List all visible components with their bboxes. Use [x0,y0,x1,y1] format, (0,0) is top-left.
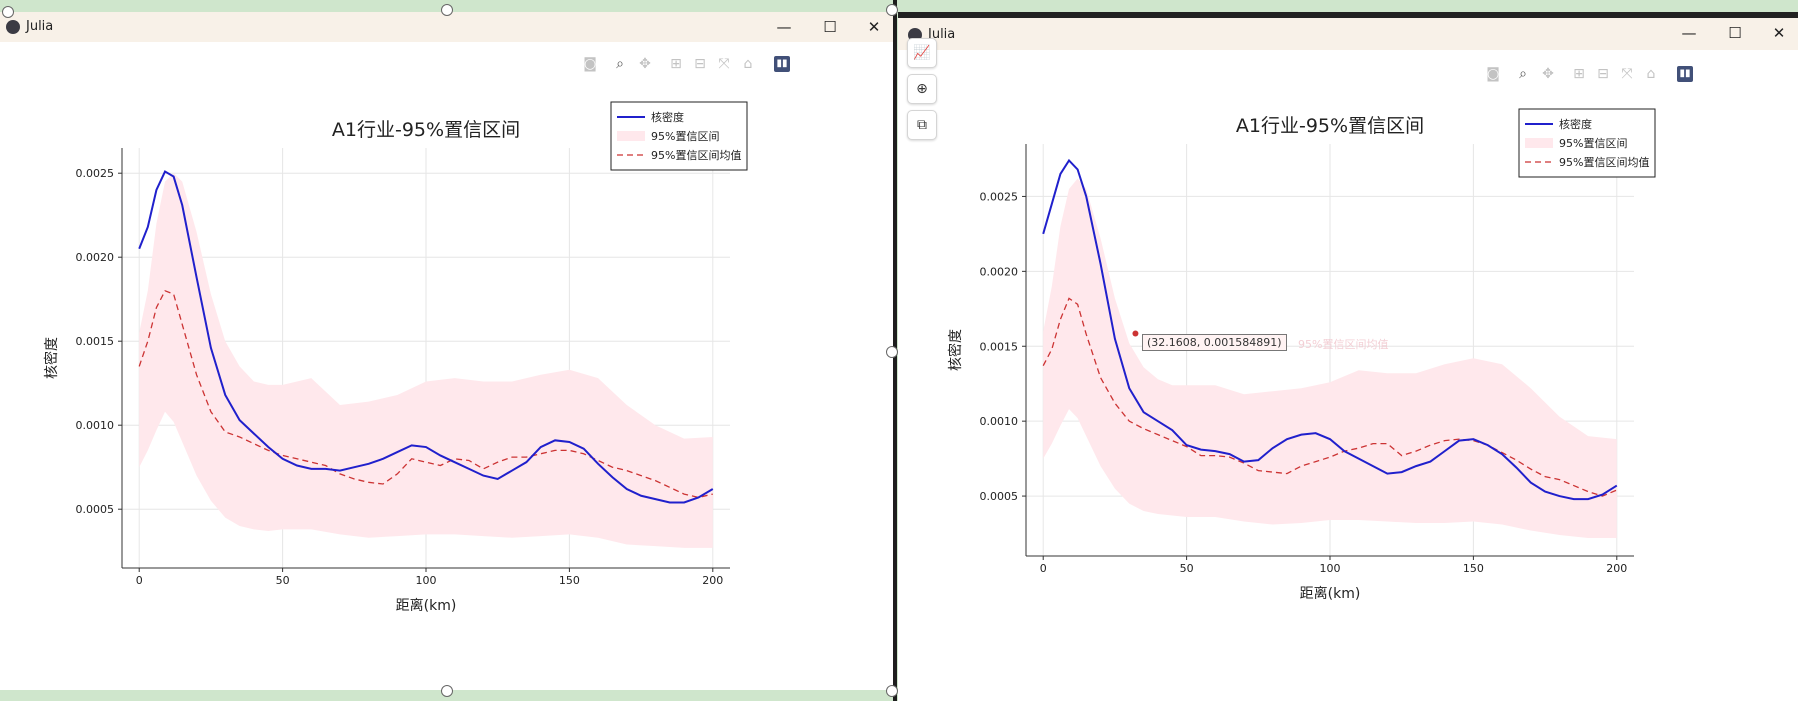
plot-area[interactable]: 0 50 100 150 200 0.0005 0.0010 0.0015 0.0020 0.00… [0,12,893,690]
hover-tooltip: (32.1608, 0.001584891) [1142,334,1287,351]
legend-band-label: 95%置信区间 [1559,137,1627,150]
y-tick-label: 0.0015 [76,335,115,348]
y-tick-label: 0.0010 [76,419,115,432]
y-tick-label: 0.0005 [76,503,115,516]
x-tick-label: 0 [136,574,143,587]
crop-icon[interactable]: ⧉ [907,110,937,140]
x-tick-label: 50 [1180,562,1194,575]
resize-handle[interactable] [886,685,898,697]
y-tick-label: 0.0020 [76,251,115,264]
resize-handle[interactable] [441,685,453,697]
y-axis-title: 核密度 [947,329,964,371]
x-tick-label: 50 [276,574,290,587]
x-tick-label: 200 [1606,562,1627,575]
chart-icon[interactable]: 📈 [907,38,937,68]
x-tick-label: 200 [702,574,723,587]
legend-band-swatch [1525,138,1553,148]
legend-band-swatch [617,131,645,141]
legend-band-label: 95%置信区间 [651,130,719,143]
resize-handle[interactable] [886,346,898,358]
y-tick-label: 0.0020 [980,265,1019,278]
plot-window-left[interactable]: Julia — ☐ ✕ ◙ ⌕ ✥ ⊞ ⊟ ⤧ ⌂ ▮▮ 0 50 100 150 20… [0,12,893,690]
x-tick-label: 150 [1463,562,1484,575]
resize-handle[interactable] [886,4,898,16]
x-tick-label: 0 [1040,562,1047,575]
x-axis-title: 距离(km) [396,597,457,614]
plot-area[interactable]: 0 50 100 150 200 0.0005 0.0010 0.0015 0.0020 0.00… [898,18,1798,701]
resize-handle[interactable] [441,4,453,16]
legend-mean-label: 95%置信区间均值 [651,149,741,162]
y-axis-title: 核密度 [43,337,60,379]
x-tick-label: 100 [416,574,437,587]
x-axis-title: 距离(km) [1300,585,1361,602]
y-tick-label: 0.0025 [76,167,115,180]
legend-kde-label: 核密度 [651,110,684,124]
y-tick-label: 0.0010 [980,415,1019,428]
legend-mean-label: 95%置信区间均值 [1559,156,1649,169]
x-tick-label: 100 [1320,562,1341,575]
legend-kde-label: 核密度 [1559,117,1592,131]
resize-handle[interactable] [2,6,14,18]
plot-window-right[interactable]: Julia — ☐ ✕ ◙ ⌕ ✥ ⊞ ⊟ ⤧ ⌂ ▮▮ 0 50 100 150 20… [898,12,1798,701]
x-tick-label: 150 [559,574,580,587]
zoom-icon[interactable]: ⊕ [907,74,937,104]
y-tick-label: 0.0015 [980,340,1019,353]
plot-title: A1行业-95%置信区间 [332,119,520,141]
background-top [0,0,1798,12]
y-tick-label: 0.0005 [980,490,1019,503]
hover-tooltip-series: 95%置信区间均值 [1298,338,1389,351]
hover-point [1132,330,1139,337]
y-tick-label: 0.0025 [980,190,1019,203]
plot-title: A1行业-95%置信区间 [1236,115,1424,137]
